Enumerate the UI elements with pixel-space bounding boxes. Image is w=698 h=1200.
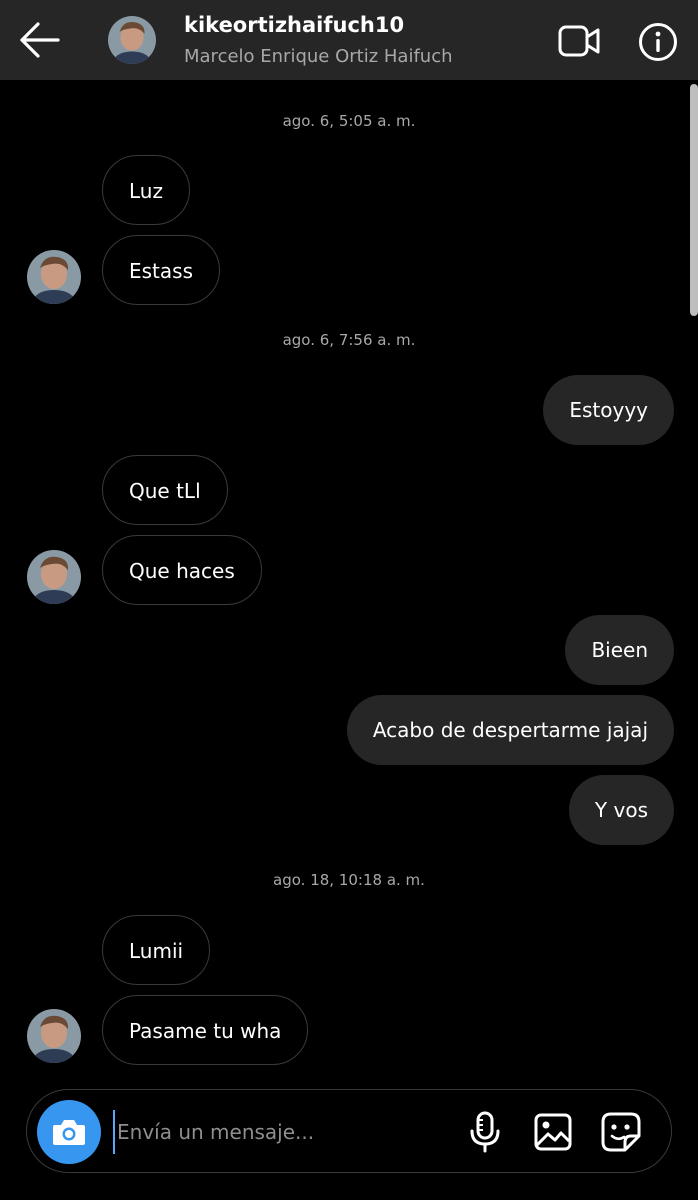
- back-button[interactable]: [14, 18, 66, 62]
- timestamp: ago. 6, 7:56 a. m.: [282, 331, 416, 349]
- timestamp: ago. 18, 10:18 a. m.: [273, 871, 425, 889]
- avatar-image: [27, 250, 81, 304]
- gallery-button[interactable]: [533, 1112, 573, 1152]
- message-bubble-outgoing[interactable]: Bieen: [565, 615, 674, 685]
- chat-header: kikeortizhaifuch10 Marcelo Enrique Ortiz…: [0, 0, 698, 80]
- avatar-image: [27, 550, 81, 604]
- sender-avatar[interactable]: [27, 1009, 81, 1063]
- gallery-icon: [534, 1113, 572, 1151]
- message-bubble-outgoing[interactable]: Acabo de despertarme jajaj: [346, 695, 674, 765]
- sticker-icon: [601, 1112, 641, 1152]
- message-composer: [26, 1089, 672, 1173]
- message-bubble-incoming[interactable]: Estass: [102, 235, 220, 305]
- info-icon: [639, 23, 677, 61]
- sender-avatar[interactable]: [27, 550, 81, 604]
- message-bubble-outgoing[interactable]: Y vos: [568, 775, 674, 845]
- message-bubble-incoming[interactable]: Luz: [102, 155, 190, 225]
- avatar-image: [108, 16, 156, 64]
- video-camera-icon: [558, 25, 600, 57]
- camera-icon: [53, 1120, 85, 1145]
- message-input[interactable]: [113, 1110, 443, 1154]
- message-bubble-incoming[interactable]: Pasame tu wha: [102, 995, 309, 1065]
- header-avatar[interactable]: [108, 16, 156, 64]
- video-call-button[interactable]: [556, 20, 602, 62]
- message-bubble-outgoing[interactable]: Estoyyy: [543, 375, 674, 445]
- arrow-left-icon: [20, 22, 60, 58]
- sender-avatar[interactable]: [27, 250, 81, 304]
- conversation-info-button[interactable]: [636, 20, 680, 64]
- camera-button[interactable]: [37, 1100, 101, 1164]
- message-bubble-incoming[interactable]: Lumii: [102, 915, 211, 985]
- chat-full-name: Marcelo Enrique Ortiz Haifuch: [184, 46, 453, 67]
- microphone-icon: [470, 1111, 500, 1153]
- message-bubble-incoming[interactable]: Que tLl: [102, 455, 228, 525]
- sticker-button[interactable]: [599, 1110, 643, 1154]
- timestamp: ago. 6, 5:05 a. m.: [282, 112, 416, 130]
- voice-message-button[interactable]: [467, 1110, 503, 1154]
- chat-username[interactable]: kikeortizhaifuch10: [184, 13, 404, 37]
- avatar-image: [27, 1009, 81, 1063]
- message-bubble-incoming[interactable]: Que haces: [102, 535, 262, 605]
